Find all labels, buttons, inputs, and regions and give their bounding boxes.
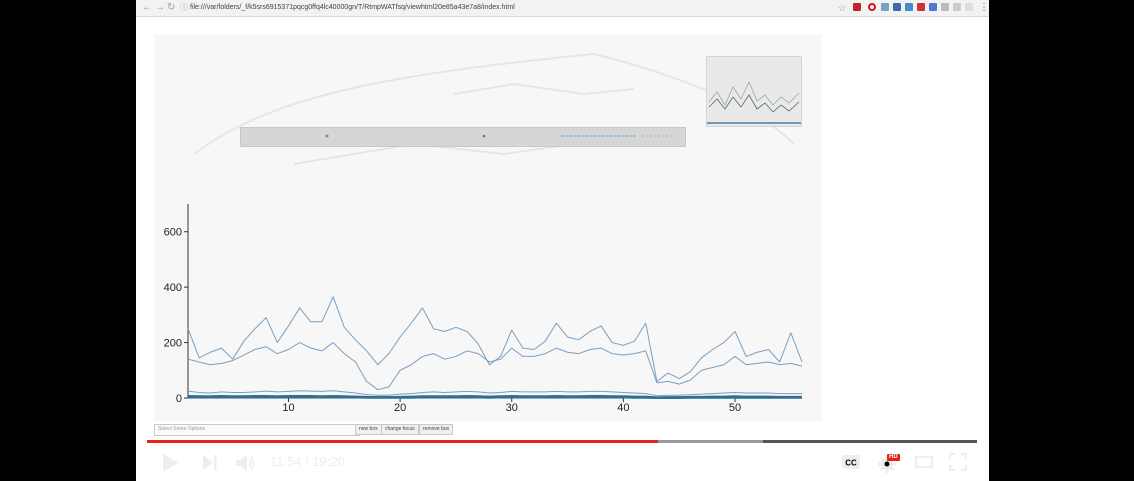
extension-icon [893,3,901,11]
minimap-lines [707,81,801,124]
x-tick-label: 10 [282,402,294,414]
theater-mode-icon[interactable] [915,455,933,469]
change-focus-button[interactable]: change focus [381,424,419,435]
time-display: 11:54 / 19:20 [270,454,345,469]
remove-box-button[interactable]: remove box [419,424,454,435]
info-icon: ⓘ [180,3,188,12]
video-progress-bar[interactable] [147,440,977,443]
extension-icon [929,3,937,11]
line-chart: 0 200 400 600 10 20 30 40 50 [164,204,803,414]
kebab-menu-icon: ⋮ [979,2,989,13]
series-line [187,390,802,397]
opera-icon [868,3,876,11]
y-tick-label: 400 [164,282,182,294]
hd-badge: HD [887,454,900,461]
y-tick-label: 600 [164,227,182,239]
x-tick-label: 20 [394,402,406,414]
new-box-button[interactable]: new box [355,424,382,435]
video-frame[interactable]: ← → ↻ ⓘ file:///var/folders/_f/k5srs6915… [136,0,989,481]
browser-toolbar: ← → ↻ ⓘ file:///var/folders/_f/k5srs6915… [136,0,989,17]
brush-marks [325,134,677,138]
star-icon: ☆ [838,3,847,13]
y-tick-label: 200 [164,338,182,350]
arrow-right-icon: → [155,2,165,13]
x-tick-label: 50 [729,402,741,414]
fullscreen-icon[interactable] [949,453,967,471]
player-controls: 11:54 / 19:20 CC HD [136,446,989,481]
x-tick-label: 30 [506,402,518,414]
extension-icon [965,3,973,11]
x-tick-label: 40 [617,402,629,414]
extension-icon [917,3,925,11]
extension-icon [853,3,861,11]
closed-captions-icon[interactable]: CC [841,454,861,470]
range-brush[interactable] [240,127,686,147]
extension-icon [905,3,913,11]
minimap-chart[interactable] [706,56,802,127]
y-tick-label: 0 [176,393,182,405]
series-line [188,395,802,399]
arrow-left-icon: ← [142,2,152,13]
reload-icon: ↻ [167,2,176,13]
extension-icon [941,3,949,11]
address-bar-url: file:///var/folders/_f/k5srs6915371pqcg0… [190,4,515,11]
svg-text:CC: CC [845,459,857,468]
series-line [187,342,803,391]
volume-icon[interactable] [235,452,257,474]
select-options-input[interactable]: Select Some Options [154,424,360,436]
skip-next-icon[interactable] [202,454,218,471]
extension-icon [953,3,961,11]
play-icon[interactable] [161,453,179,473]
played-progress [147,440,659,443]
extension-icon [881,3,889,11]
